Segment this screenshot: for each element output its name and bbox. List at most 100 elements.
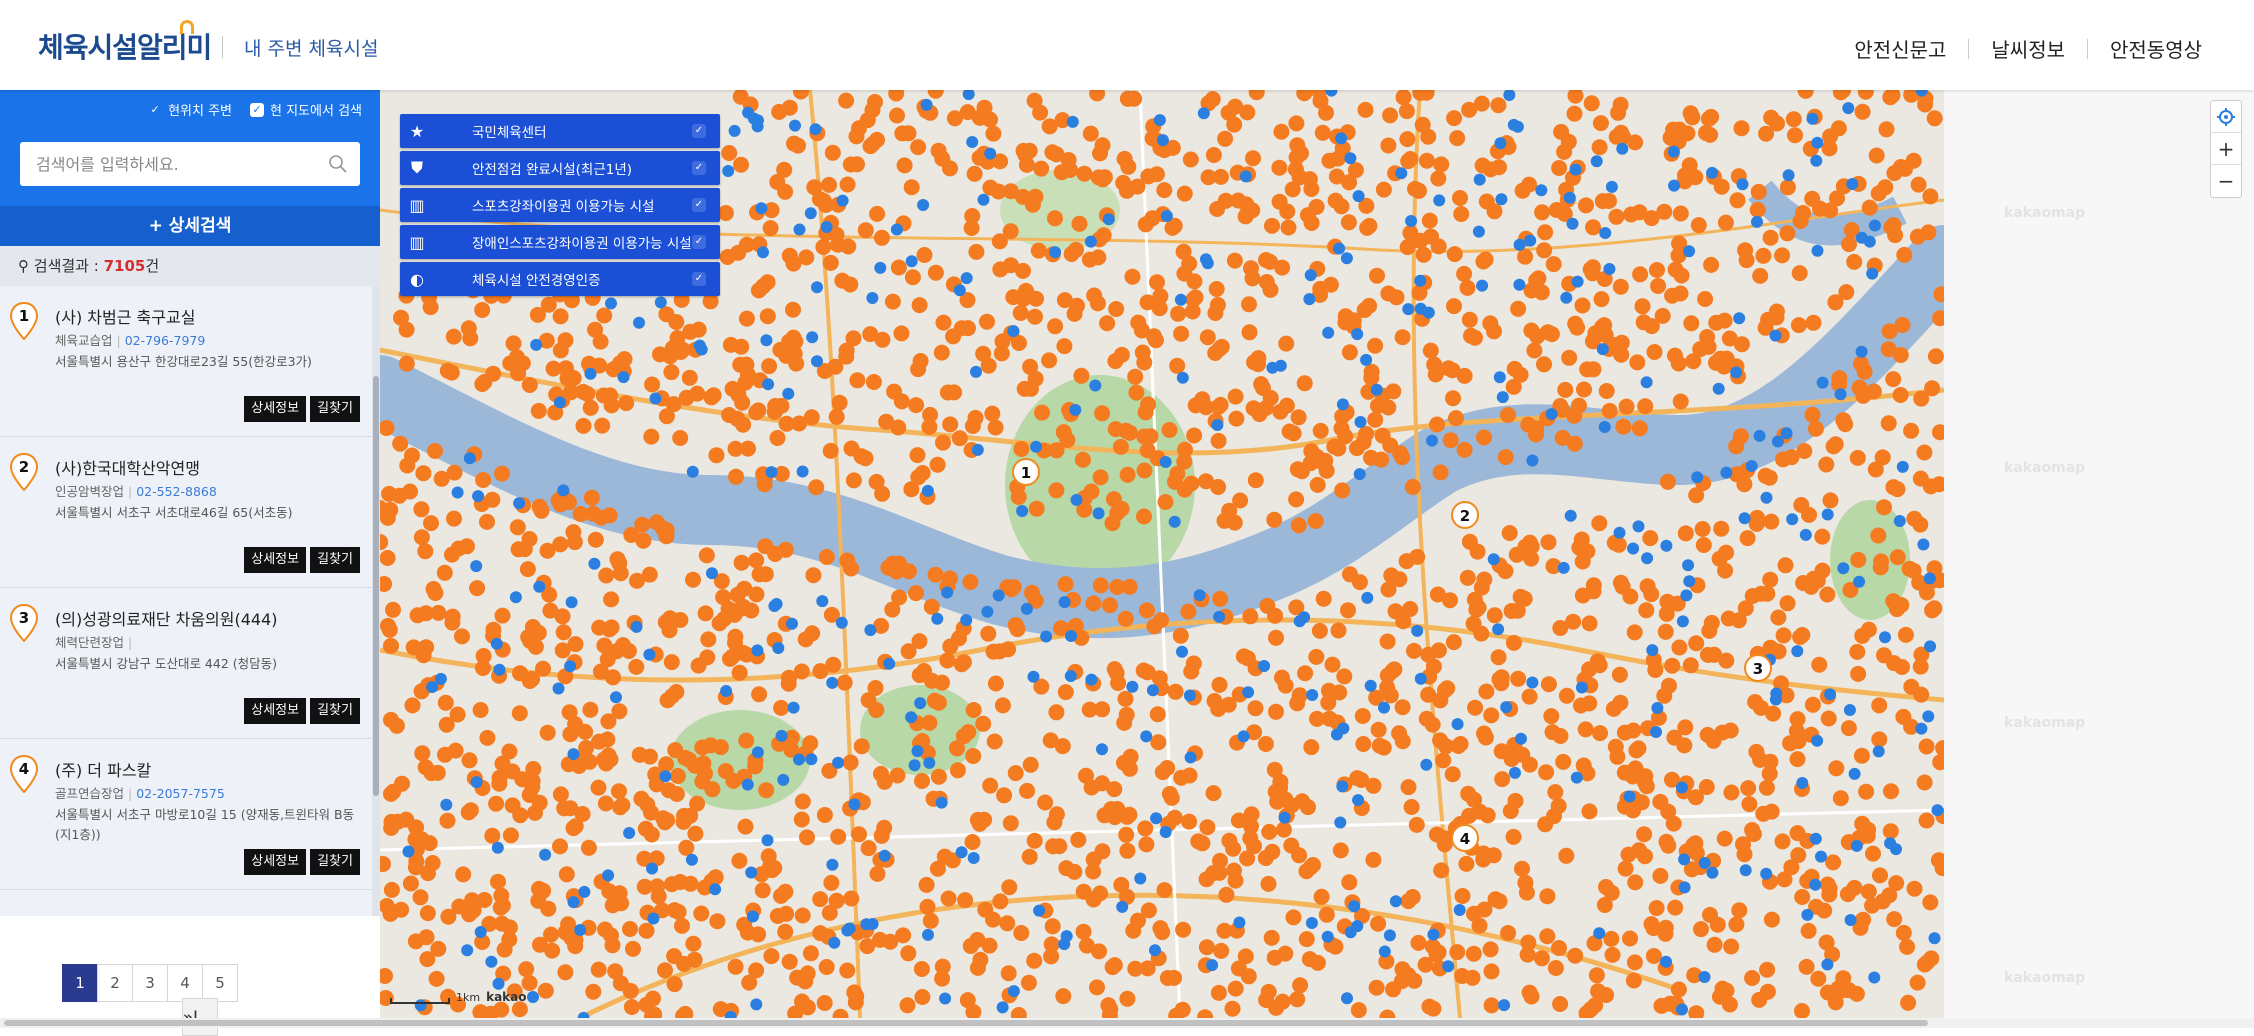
facility-marker[interactable]: [1170, 305, 1187, 322]
facility-marker[interactable]: [1334, 408, 1351, 425]
facility-marker[interactable]: [976, 811, 993, 828]
facility-marker[interactable]: [1831, 370, 1848, 387]
public-facility-marker[interactable]: [970, 365, 982, 378]
facility-marker[interactable]: [1713, 520, 1730, 537]
public-facility-marker[interactable]: [1174, 293, 1187, 306]
facility-marker[interactable]: [512, 807, 529, 824]
facility-marker[interactable]: [427, 443, 443, 459]
public-facility-marker[interactable]: [1846, 178, 1859, 190]
facility-marker[interactable]: [1341, 344, 1358, 361]
facility-marker[interactable]: [1555, 753, 1572, 770]
facility-marker[interactable]: [1818, 456, 1835, 473]
facility-marker[interactable]: [1508, 546, 1525, 563]
public-facility-marker[interactable]: [1494, 137, 1507, 150]
facility-marker[interactable]: [964, 208, 981, 224]
map-result-marker-2[interactable]: 2: [1451, 501, 1479, 529]
public-facility-marker[interactable]: [567, 748, 580, 761]
facility-marker[interactable]: [709, 913, 726, 930]
facility-marker[interactable]: [575, 417, 592, 434]
public-facility-marker[interactable]: [1931, 804, 1944, 817]
facility-marker[interactable]: [530, 402, 547, 419]
public-facility-marker[interactable]: [762, 378, 775, 391]
facility-marker[interactable]: [1612, 694, 1629, 711]
facility-marker[interactable]: [1099, 315, 1116, 332]
facility-marker[interactable]: [949, 740, 965, 757]
public-facility-marker[interactable]: [1868, 971, 1881, 984]
facility-marker[interactable]: [1018, 282, 1034, 299]
facility-marker[interactable]: [544, 942, 561, 959]
public-facility-marker[interactable]: [659, 770, 672, 783]
facility-marker[interactable]: [1152, 920, 1169, 937]
public-facility-marker[interactable]: [826, 676, 839, 689]
facility-marker[interactable]: [1795, 205, 1812, 221]
facility-marker[interactable]: [1622, 930, 1638, 947]
facility-marker[interactable]: [929, 860, 946, 877]
public-facility-marker[interactable]: [1426, 434, 1438, 447]
public-facility-marker[interactable]: [720, 685, 733, 697]
facility-marker[interactable]: [911, 297, 928, 314]
facility-marker[interactable]: [1424, 716, 1441, 733]
facility-marker[interactable]: [598, 755, 615, 772]
facility-marker[interactable]: [1774, 833, 1791, 850]
facility-marker[interactable]: [818, 959, 835, 975]
facility-marker[interactable]: [991, 233, 1008, 250]
public-facility-marker[interactable]: [1603, 263, 1616, 275]
public-facility-marker[interactable]: [491, 841, 504, 854]
facility-marker[interactable]: [831, 394, 848, 411]
facility-marker[interactable]: [1205, 865, 1222, 882]
facility-marker[interactable]: [1154, 764, 1171, 781]
facility-marker[interactable]: [805, 567, 822, 584]
facility-marker[interactable]: [1819, 876, 1836, 893]
public-facility-marker[interactable]: [461, 944, 474, 957]
facility-marker[interactable]: [1739, 530, 1756, 547]
facility-marker[interactable]: [1874, 449, 1891, 466]
facility-marker[interactable]: [1382, 437, 1399, 454]
facility-marker[interactable]: [1281, 423, 1298, 440]
facility-marker[interactable]: [689, 385, 706, 402]
facility-marker[interactable]: [738, 310, 755, 327]
public-facility-marker[interactable]: [485, 955, 498, 968]
public-facility-marker[interactable]: [1341, 992, 1353, 1005]
public-facility-marker[interactable]: [693, 339, 706, 352]
public-facility-marker[interactable]: [1070, 493, 1083, 506]
facility-marker[interactable]: [1763, 513, 1780, 530]
facility-marker[interactable]: [677, 749, 694, 766]
facility-marker[interactable]: [645, 990, 661, 1007]
facility-marker[interactable]: [1230, 812, 1247, 829]
facility-marker[interactable]: [1805, 314, 1822, 331]
public-facility-marker[interactable]: [826, 858, 839, 871]
facility-marker[interactable]: [994, 697, 1011, 714]
facility-marker[interactable]: [1883, 219, 1900, 236]
facility-marker[interactable]: [1638, 602, 1655, 619]
facility-marker[interactable]: [530, 624, 547, 641]
facility-marker[interactable]: [731, 852, 748, 869]
facility-marker[interactable]: [1878, 121, 1895, 138]
facility-marker[interactable]: [728, 468, 744, 485]
scroll-thumb[interactable]: [373, 376, 379, 796]
public-facility-marker[interactable]: [567, 896, 580, 909]
public-facility-marker[interactable]: [1842, 102, 1855, 115]
facility-marker[interactable]: [1811, 656, 1828, 673]
facility-marker[interactable]: [1076, 165, 1093, 182]
facility-marker[interactable]: [1635, 314, 1652, 331]
facility-marker[interactable]: [1612, 278, 1629, 295]
facility-marker[interactable]: [439, 812, 456, 829]
public-facility-marker[interactable]: [1524, 234, 1537, 247]
facility-marker[interactable]: [1138, 836, 1155, 853]
public-facility-marker[interactable]: [588, 557, 601, 570]
public-facility-marker[interactable]: [1678, 881, 1691, 894]
facility-marker[interactable]: [1048, 806, 1065, 823]
facility-marker[interactable]: [1470, 599, 1487, 616]
public-facility-marker[interactable]: [786, 617, 798, 630]
public-facility-marker[interactable]: [777, 773, 790, 786]
facility-marker[interactable]: [1523, 322, 1540, 339]
public-facility-marker[interactable]: [1676, 1003, 1688, 1016]
public-facility-marker[interactable]: [1706, 166, 1719, 179]
facility-marker[interactable]: [921, 418, 938, 435]
facility-marker[interactable]: [1717, 562, 1734, 579]
facility-marker[interactable]: [1631, 420, 1648, 437]
facility-marker[interactable]: [1547, 960, 1564, 976]
public-facility-marker[interactable]: [820, 221, 833, 233]
facility-marker[interactable]: [1779, 225, 1796, 242]
public-facility-marker[interactable]: [1159, 826, 1172, 838]
